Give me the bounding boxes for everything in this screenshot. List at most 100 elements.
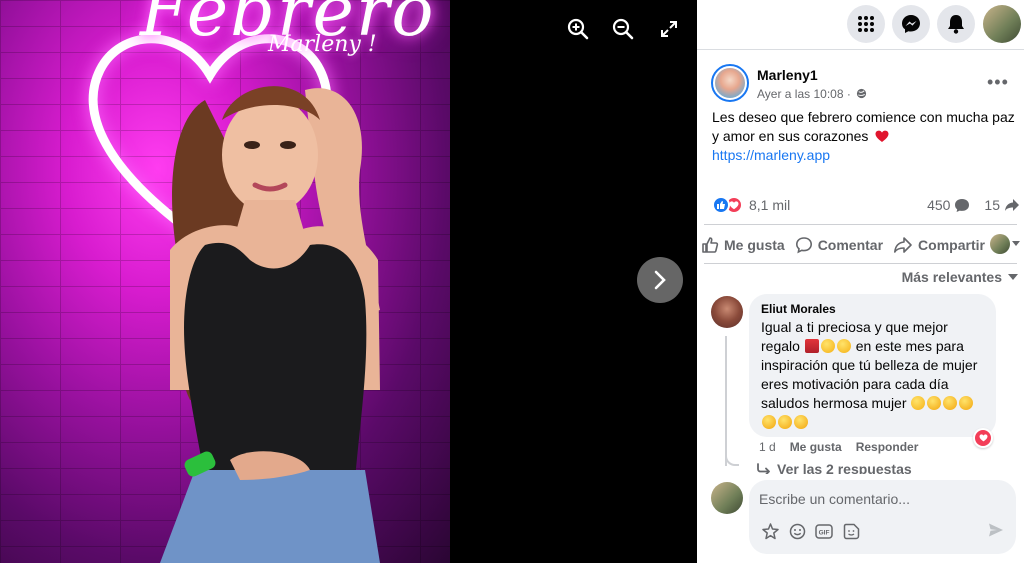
comment-sort-label: Más relevantes: [901, 269, 1002, 285]
divider: [704, 263, 1017, 264]
comment-bubble: Eliut Morales Igual a ti preciosa y que …: [749, 294, 996, 437]
zoom-out-button[interactable]: [606, 12, 640, 46]
comment-icon: [795, 237, 812, 254]
gif-button[interactable]: GIF: [815, 522, 833, 540]
divider: [704, 224, 1017, 225]
comment-button[interactable]: Comentar: [795, 236, 883, 254]
like-reaction-icon: [712, 196, 730, 214]
menu-button[interactable]: [847, 5, 885, 43]
reaction-summary[interactable]: 8,1 mil: [712, 195, 790, 215]
reaction-profile-selector[interactable]: [990, 234, 1020, 254]
reaction-count: 8,1 mil: [749, 197, 791, 213]
share-icon: [894, 237, 912, 253]
gif-icon: GIF: [815, 523, 833, 539]
comment-line: inspiración que tú belleza de mujer: [761, 357, 978, 373]
emoji-icon: [789, 523, 805, 539]
comment-line: regalo: [761, 338, 800, 354]
next-photo-button[interactable]: [637, 257, 683, 303]
share-count[interactable]: 15: [984, 197, 1020, 213]
avatar: [990, 234, 1010, 254]
comment-count[interactable]: 450: [927, 197, 970, 213]
sticker-icon: [843, 523, 859, 539]
share-count-text: 15: [984, 197, 1000, 213]
expand-icon: [661, 21, 677, 37]
share-arrow-icon: [1005, 199, 1019, 211]
zoom-in-button[interactable]: [561, 12, 595, 46]
send-icon: [989, 523, 1003, 537]
chevron-down-icon: [1012, 241, 1020, 246]
post-body: Les deseo que febrero comience con mucha…: [712, 108, 1017, 165]
woman-portrait: [160, 86, 380, 563]
more-options-button[interactable]: •••: [987, 72, 1009, 93]
comment-love-reaction[interactable]: [973, 428, 993, 448]
current-user-avatar[interactable]: [711, 482, 743, 514]
share-button[interactable]: Compartir: [893, 236, 985, 254]
zoom-out-icon: [612, 18, 634, 40]
thread-connector: [725, 448, 739, 466]
kiss-emoji-icon: [959, 396, 974, 410]
post-link[interactable]: https://marleny.app: [712, 146, 830, 165]
kiss-emoji-icon: [927, 396, 942, 410]
comment-bubble-icon: [955, 198, 970, 212]
comment-sort-dropdown[interactable]: Más relevantes: [902, 269, 1018, 285]
comment-line: Igual a ti preciosa y que mejor: [761, 319, 948, 335]
post-stats: 450 15: [927, 197, 1020, 213]
kiss-emoji-icon: [943, 396, 958, 410]
gift-emoji-icon: [804, 339, 819, 353]
kiss-emoji-icon: [762, 415, 776, 429]
notifications-button[interactable]: [937, 5, 975, 43]
heart-eyes-emoji-icon: [911, 396, 926, 410]
top-navigation-bar: [697, 0, 1024, 50]
commenter-name[interactable]: Eliut Morales: [761, 302, 984, 316]
comment-text: Igual a ti preciosa y que mejor regalo e…: [761, 318, 984, 432]
smiling-emoji-icon: [836, 339, 851, 353]
thread-line: [725, 336, 727, 466]
heart-icon: [979, 434, 987, 442]
messenger-icon: [902, 15, 920, 33]
comment-line: saludos hermosa mujer: [761, 395, 907, 411]
like-label: Me gusta: [724, 237, 785, 253]
comment-like-button[interactable]: Me gusta: [790, 440, 842, 454]
author-avatar[interactable]: [711, 64, 749, 102]
comment-line: en este mes para: [855, 338, 964, 354]
post-time-text: Ayer a las 10:08 ·: [757, 87, 851, 101]
red-heart-emoji-icon: [875, 130, 889, 142]
post-timestamp[interactable]: Ayer a las 10:08 ·: [757, 87, 867, 101]
author-name[interactable]: Marleny1: [757, 67, 818, 83]
post-photo[interactable]: Febrero Marleny !: [0, 0, 450, 563]
comment-composer: GIF: [749, 480, 1016, 554]
fullscreen-button[interactable]: [652, 12, 686, 46]
menu-grid-icon: [858, 16, 874, 32]
avatar-sticker-icon: [761, 522, 779, 539]
post-actions: Me gusta Comentar Compartir: [701, 232, 1024, 258]
sticker-button[interactable]: [842, 522, 860, 540]
avatar-sticker-button[interactable]: [761, 522, 779, 540]
star-struck-emoji-icon: [820, 339, 835, 353]
kiss-emoji-icon: [778, 415, 792, 429]
globe-icon: [857, 88, 867, 99]
emoji-button[interactable]: [788, 522, 806, 540]
photo-viewer: Febrero Marleny !: [0, 0, 697, 563]
post-details-panel: Marleny1 Ayer a las 10:08 · ••• Les dese…: [697, 0, 1024, 563]
composer-tools: GIF: [761, 522, 860, 540]
messenger-button[interactable]: [892, 5, 930, 43]
send-comment-button[interactable]: [988, 522, 1004, 543]
chevron-right-icon: [654, 270, 666, 290]
photo-post-view: Febrero Marleny ! Marleny1 Ayer a las 10…: [0, 0, 1024, 563]
post-text: Les deseo que febrero comience con mucha…: [712, 109, 1015, 144]
comment-label: Comentar: [817, 237, 884, 253]
zoom-in-icon: [567, 18, 589, 40]
account-avatar[interactable]: [983, 5, 1021, 43]
comment-age[interactable]: 1 d: [759, 440, 776, 454]
svg-text:GIF: GIF: [819, 529, 830, 536]
comment-meta: 1 d Me gusta Responder: [759, 440, 918, 454]
comment-reply-button[interactable]: Responder: [856, 440, 919, 454]
kiss-emoji-icon: [794, 415, 808, 429]
comment-input[interactable]: [759, 488, 999, 510]
share-label: Compartir: [918, 237, 985, 253]
commenter-avatar[interactable]: [711, 296, 743, 328]
comment-line: eres motivación para cada día: [761, 376, 949, 392]
neon-signature-text: Marleny !: [268, 32, 377, 57]
bell-icon: [948, 15, 964, 34]
like-button[interactable]: Me gusta: [701, 236, 785, 254]
